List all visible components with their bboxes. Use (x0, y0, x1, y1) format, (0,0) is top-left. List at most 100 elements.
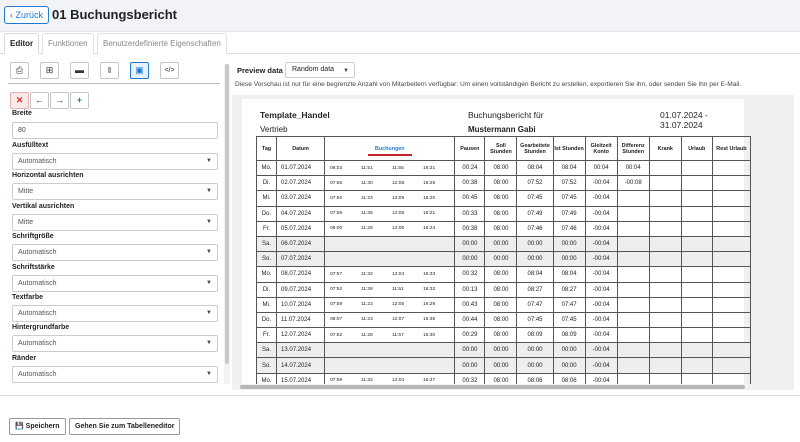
left-panel-scroll-thumb[interactable] (225, 64, 229, 364)
breite-label: Breite (12, 110, 32, 117)
table-cell: Do. (255, 205, 278, 222)
add-icon[interactable]: + (70, 92, 89, 109)
hintergrundfarbe-value: Automatisch (18, 340, 57, 347)
booking-time: 11:32 (361, 378, 373, 384)
ausfuelltext-select[interactable]: Automatisch ▼ (12, 153, 218, 170)
arrow-right-icon[interactable]: → (50, 92, 69, 109)
tab-bar: Editor Funktionen Benutzerdefinierte Eig… (0, 33, 800, 54)
table-cell: 10.07.2024 (276, 296, 326, 313)
table-cell: -00:04 (584, 327, 618, 344)
code-icon[interactable]: </> (160, 62, 179, 79)
booking-time: 11:38 (361, 287, 373, 293)
booking-time: 16:36 (423, 317, 436, 323)
breite-input[interactable]: 80 (12, 122, 218, 139)
print-icon[interactable]: ⎙ (10, 62, 29, 79)
table-cell (711, 311, 752, 329)
caret-down-icon: ▼ (206, 188, 212, 194)
table-cell (680, 266, 713, 283)
table-row: Fr. 12.07.2024 07:52 11:28 11:57 16:30 00:29 08… (255, 327, 752, 344)
caret-down-icon: ▼ (206, 219, 212, 225)
column-icon[interactable]: ‖ (100, 62, 119, 79)
table-cell: 08:00 (484, 327, 518, 344)
table-cell: 07:55 11:30 12:08 16:25 (324, 175, 456, 192)
table-cell: 00:00 (516, 251, 554, 268)
booking-time: 16:37 (423, 378, 436, 384)
table-cell (711, 296, 752, 313)
raender-select[interactable]: Automatisch ▼ (12, 366, 218, 383)
table-cell: 00:00 (454, 357, 486, 374)
table-cell (616, 251, 650, 268)
table-cell: Di. (255, 281, 278, 298)
table-cell: 07:52 (516, 175, 554, 192)
table-cell: 08:04 (516, 266, 554, 283)
table-editor-button[interactable]: Gehen Sie zum Tabelleneditor (69, 418, 181, 435)
horizontal-label: Horizontal ausrichten (12, 172, 84, 179)
table-cell: 00:44 (454, 311, 486, 329)
table-cell: 00:00 (552, 235, 586, 253)
row-icon[interactable]: ▬ (70, 62, 89, 79)
schriftgroesse-label: Schriftgröße (12, 233, 54, 240)
table-cell: 07.07.2024 (276, 251, 326, 268)
save-button[interactable]: 💾 Speichern (9, 418, 66, 435)
booking-time: 12:08 (392, 211, 405, 217)
table-cell: 02.07.2024 (276, 175, 326, 192)
table-cell: -00:04 (584, 251, 618, 268)
table-cell (648, 281, 682, 298)
schriftgroesse-select[interactable]: Automatisch ▼ (12, 244, 218, 261)
delete-icon[interactable]: ✕ (10, 92, 29, 109)
booking-time: 08:00 (330, 226, 343, 232)
textfarbe-select[interactable]: Automatisch ▼ (12, 305, 218, 322)
booking-time: 08:03 (330, 165, 343, 171)
table-cell (616, 357, 650, 374)
table-cell: 07:52 11:28 11:57 16:30 (324, 327, 456, 344)
textfarbe-value: Automatisch (18, 310, 57, 317)
table-cell (324, 251, 456, 268)
table-cell: 01.07.2024 (276, 159, 326, 177)
table-cell (711, 266, 752, 283)
tab-editor[interactable]: Editor (4, 33, 40, 54)
booking-time: 11:28 (361, 226, 373, 232)
table-cell (648, 266, 682, 283)
table-cell (616, 281, 650, 298)
tab-custom-properties[interactable]: Benutzerdefinierte Eigenschaften (97, 33, 227, 54)
back-button[interactable]: ‹ Zurück (4, 6, 50, 24)
ausfuelltext-label: Ausfülltext (12, 142, 49, 149)
booking-time: 11:22 (361, 302, 373, 308)
bookings-column-label[interactable]: Buchungen (375, 146, 405, 152)
hintergrundfarbe-select[interactable]: Automatisch ▼ (12, 335, 218, 352)
table-cell: 00:00 (516, 342, 554, 359)
vertikal-select[interactable]: Mitte ▼ (12, 214, 218, 231)
preview-scroll-thumb[interactable] (240, 385, 745, 389)
table-cell: 08:00 (484, 296, 518, 313)
cell-icon[interactable]: ▣ (130, 62, 149, 79)
table-cell: 08.07.2024 (276, 266, 326, 283)
table-cell (648, 357, 682, 374)
booking-time: 12:04 (392, 271, 405, 277)
schriftstaerke-select[interactable]: Automatisch ▼ (12, 275, 218, 292)
table-cell: 00:00 (552, 251, 586, 268)
report-column-header: Krank (648, 136, 682, 161)
horizontal-value: Mitte (18, 188, 34, 195)
table-cell: 08:27 (516, 281, 554, 298)
preview-area: Template_Handel Buchungsbericht für 01.0… (232, 95, 794, 390)
arrow-left-icon[interactable]: ← (30, 92, 49, 109)
table-cell (680, 311, 713, 329)
raender-value: Automatisch (18, 371, 57, 378)
vertikal-label: Vertikal ausrichten (12, 203, 75, 210)
table-icon[interactable]: ⊞ (40, 62, 59, 79)
booking-time: 11:57 (392, 332, 404, 338)
preview-data-select[interactable]: Random data ▼ (285, 62, 355, 78)
table-cell: 08:00 (484, 190, 518, 207)
tab-funktionen[interactable]: Funktionen (42, 33, 94, 54)
table-cell: 07:49 (552, 205, 586, 222)
table-cell: 05.07.2024 (276, 220, 326, 237)
table-cell: 00:00 (454, 235, 486, 253)
table-row: So. 07.07.2024 00:00 00:00 00:00 00:00 -00:04 (255, 251, 752, 268)
table-cell (616, 235, 650, 253)
table-cell: 08:03 11:51 11:55 16:31 (324, 159, 456, 177)
horizontal-select[interactable]: Mitte ▼ (12, 183, 218, 200)
table-cell: So. (255, 357, 278, 374)
table-cell (711, 251, 752, 268)
booking-time: 16:20 (423, 195, 436, 201)
table-cell: 00:33 (454, 205, 486, 222)
